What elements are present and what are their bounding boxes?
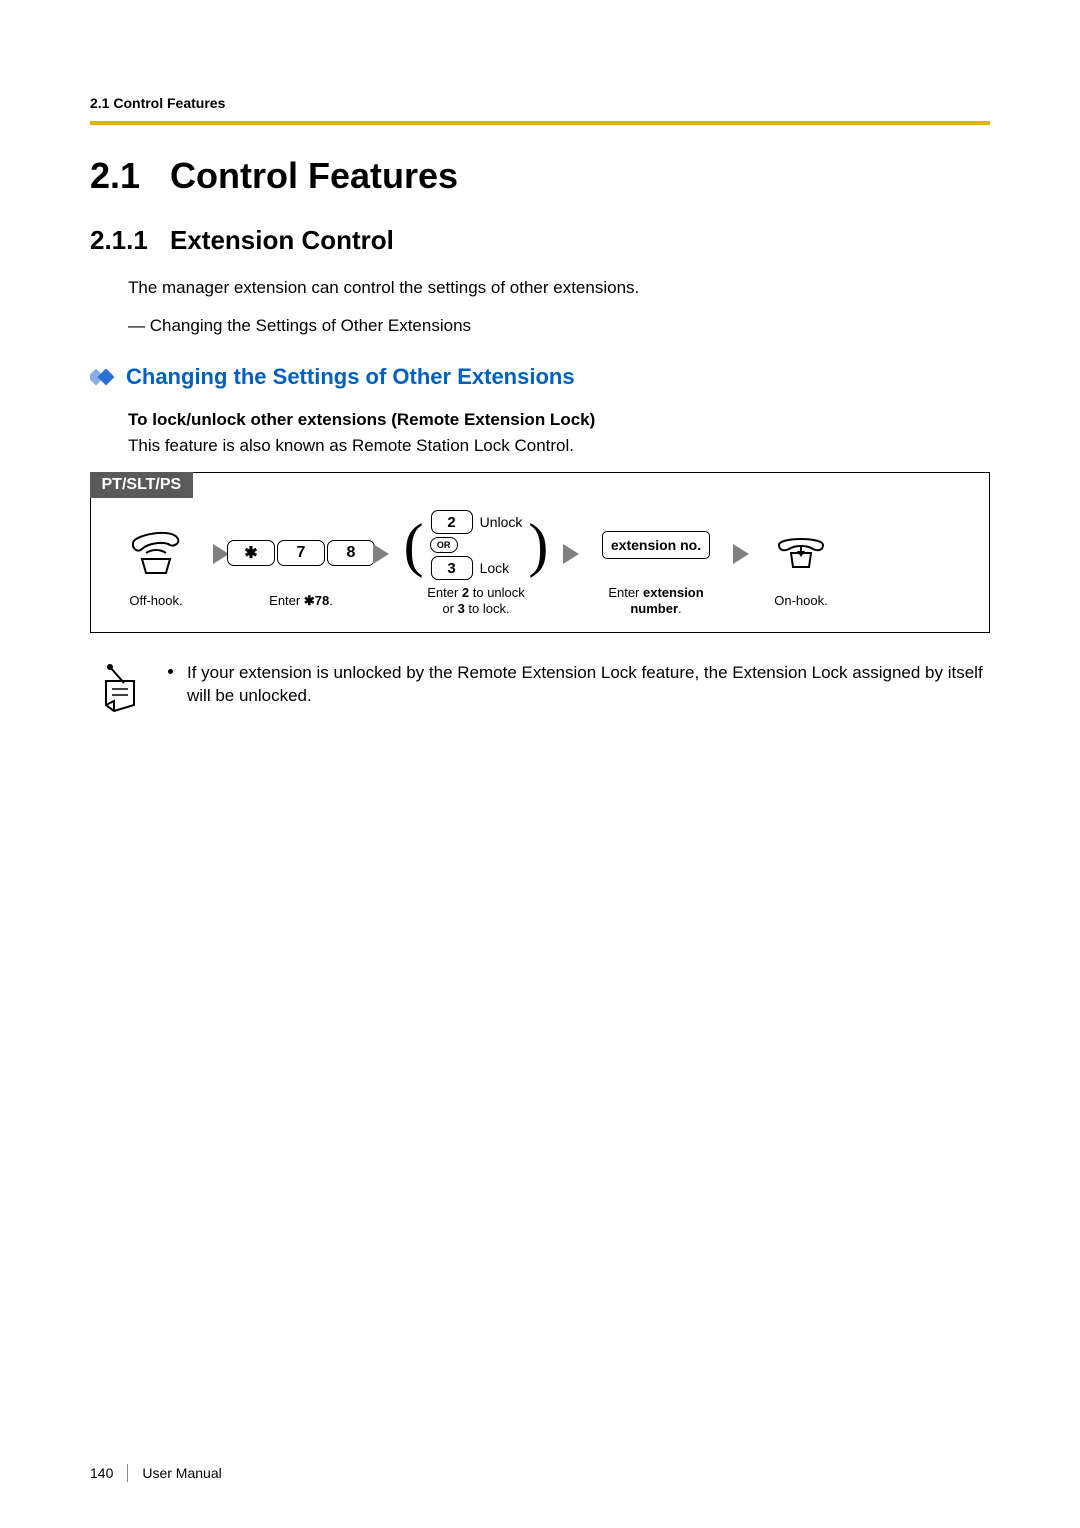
section-number: 2.1 (90, 155, 170, 197)
note-icon (100, 661, 144, 718)
caption-bold: extension (643, 585, 704, 600)
subsection-title: Extension Control (170, 225, 394, 255)
page-number: 140 (90, 1465, 113, 1481)
caption-text: or (442, 601, 457, 616)
subsection-heading: 2.1.1Extension Control (90, 225, 990, 256)
arrow-icon (563, 544, 579, 564)
page-footer: 140 User Manual (90, 1464, 222, 1482)
blue-subheading: Changing the Settings of Other Extension… (126, 364, 575, 390)
label-lock: Lock (480, 560, 510, 576)
key-star: ✱ (227, 540, 275, 566)
caption-text: to unlock (469, 585, 525, 600)
enter-78-caption: Enter ✱78. (269, 593, 333, 609)
choice-caption: Enter 2 to unlock or 3 to lock. (427, 585, 525, 618)
procedure-tab: PT/SLT/PS (90, 472, 194, 498)
running-header: 2.1 Control Features (90, 95, 990, 111)
procedure-title: To lock/unlock other extensions (Remote … (128, 410, 990, 430)
key-2: 2 (431, 510, 473, 534)
section-heading: 2.1Control Features (90, 155, 990, 197)
section-title: Control Features (170, 155, 458, 196)
bullet-icon (168, 669, 173, 674)
note-text: If your extension is unlocked by the Rem… (187, 661, 990, 709)
caption-text: to lock. (465, 601, 510, 616)
caption-text: Enter (269, 593, 304, 608)
extension-caption: Enter extension number. (608, 585, 703, 618)
caption-text: . (678, 601, 682, 616)
label-unlock: Unlock (480, 514, 523, 530)
caption-bold: ✱78 (304, 593, 329, 608)
accent-rule (90, 121, 990, 125)
procedure-box: PT/SLT/PS Off-hook. (90, 472, 990, 633)
intro-paragraph: The manager extension can control the se… (128, 278, 990, 298)
dash-list-item: — Changing the Settings of Other Extensi… (128, 316, 990, 336)
subsection-number: 2.1.1 (90, 225, 170, 256)
caption-bold: 3 (458, 601, 465, 616)
footer-label: User Manual (142, 1465, 221, 1481)
caption-text: . (329, 593, 333, 608)
arrow-icon (733, 544, 749, 564)
key-8: 8 (327, 540, 375, 566)
choice-group: ( 2 Unlock OR 3 Lock (404, 510, 549, 580)
onhook-caption: On-hook. (774, 593, 827, 609)
offhook-caption: Off-hook. (129, 593, 182, 609)
caption-text: Enter (608, 585, 643, 600)
key-extension-no: extension no. (602, 531, 710, 559)
procedure-note: This feature is also known as Remote Sta… (128, 436, 990, 456)
or-badge: OR (430, 537, 458, 553)
caption-bold: number (630, 601, 678, 616)
page: 2.1 Control Features 2.1Control Features… (0, 0, 1080, 1528)
caption-text: Enter (427, 585, 462, 600)
onhook-icon (773, 521, 829, 585)
diamond-bullet-icon (90, 367, 116, 387)
key-3: 3 (431, 556, 473, 580)
footer-divider (127, 1464, 128, 1482)
arrow-icon (373, 544, 389, 564)
key-7: 7 (277, 540, 325, 566)
offhook-icon (128, 521, 184, 585)
